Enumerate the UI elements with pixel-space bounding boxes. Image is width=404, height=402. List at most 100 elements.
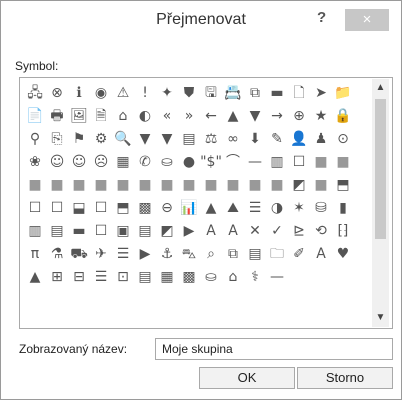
symbol-cell[interactable]: 📇 — [222, 82, 244, 105]
symbol-cell[interactable]: ▦ — [112, 151, 134, 174]
symbol-cell[interactable]: ☐ — [288, 151, 310, 174]
symbol-cell[interactable]: ▦ — [156, 266, 178, 289]
symbol-cell[interactable]: ⊗ — [46, 82, 68, 105]
symbol-cell[interactable]: ⚠ — [112, 82, 134, 105]
symbol-cell[interactable]: ✦ — [156, 82, 178, 105]
symbol-cell[interactable]: ⚕ — [244, 266, 266, 289]
symbol-cell[interactable]: ⛀ — [200, 266, 222, 289]
symbol-cell[interactable]: ❀ — [24, 151, 46, 174]
symbol-cell[interactable]: ⎘ — [46, 128, 68, 151]
symbol-cell[interactable]: ⬒ — [112, 197, 134, 220]
symbol-cell[interactable]: ☐ — [90, 220, 112, 243]
symbol-cell[interactable]: ◑ — [266, 197, 288, 220]
symbol-cell[interactable]: ■ — [68, 174, 90, 197]
symbol-cell[interactable]: ☹ — [90, 151, 112, 174]
symbol-cell[interactable]: ▣ — [112, 220, 134, 243]
symbol-cell[interactable]: ▼ — [156, 128, 178, 151]
symbol-cell[interactable]: 🗀 — [266, 243, 288, 266]
symbol-cell[interactable]: ♥ — [332, 243, 354, 266]
symbol-cell[interactable]: "$" — [200, 151, 222, 174]
symbol-cell[interactable]: ☰ — [244, 197, 266, 220]
symbol-cell[interactable]: ☰ — [112, 243, 134, 266]
ok-button[interactable]: OK — [199, 367, 295, 389]
symbol-cell[interactable]: ▲ — [24, 266, 46, 289]
symbol-cell[interactable]: ▬ — [68, 220, 90, 243]
symbol-cell[interactable]: ⛰ — [222, 197, 244, 220]
symbol-cell[interactable]: ▼ — [134, 128, 156, 151]
symbol-cell[interactable]: ⛀ — [156, 151, 178, 174]
symbol-cell[interactable]: ✓ — [266, 220, 288, 243]
symbol-cell[interactable]: ⁅⁆ — [332, 220, 354, 243]
symbol-cell[interactable]: ⛟ — [68, 243, 90, 266]
symbol-cell[interactable]: ▤ — [46, 220, 68, 243]
symbol-cell[interactable]: ■ — [310, 151, 332, 174]
symbol-cell[interactable]: ⧉ — [244, 82, 266, 105]
scroll-down-icon[interactable]: ▼ — [372, 309, 389, 327]
symbol-cell[interactable]: ⚖ — [200, 128, 222, 151]
symbol-cell[interactable]: ■ — [178, 174, 200, 197]
symbol-cell[interactable]: ■ — [24, 174, 46, 197]
symbol-cell[interactable]: ⬇ — [244, 128, 266, 151]
symbol-cell[interactable]: 🖧 — [24, 82, 46, 105]
symbol-cell[interactable]: ☐ — [90, 197, 112, 220]
symbol-cell[interactable]: ✐ — [288, 243, 310, 266]
symbol-cell[interactable]: ⟲ — [310, 220, 332, 243]
symbol-cell[interactable]: ⌂ — [112, 105, 134, 128]
close-button[interactable]: × — [345, 9, 389, 31]
symbol-cell[interactable]: ⬒ — [332, 174, 354, 197]
symbol-cell[interactable]: ⊙ — [332, 128, 354, 151]
symbol-cell[interactable]: ● — [178, 151, 200, 174]
symbol-cell[interactable]: 🗋 — [288, 82, 310, 105]
symbol-cell[interactable]: ▤ — [244, 243, 266, 266]
symbol-cell[interactable]: ▩ — [134, 197, 156, 220]
symbol-cell[interactable]: ✶ — [288, 197, 310, 220]
symbol-cell[interactable]: ☐ — [24, 197, 46, 220]
symbol-cell[interactable]: ⚙ — [90, 128, 112, 151]
symbol-cell[interactable]: ▤ — [178, 128, 200, 151]
symbol-cell[interactable]: ▩ — [178, 266, 200, 289]
symbol-cell[interactable]: ▤ — [134, 220, 156, 243]
symbol-cell[interactable]: ▥ — [24, 220, 46, 243]
symbol-scrollbar[interactable]: ▲ ▼ — [372, 79, 389, 327]
symbol-cell[interactable]: ✕ — [244, 220, 266, 243]
symbol-cell[interactable]: ■ — [46, 174, 68, 197]
symbol-cell[interactable]: 🖫 — [200, 82, 222, 105]
help-icon[interactable]: ? — [317, 9, 326, 26]
symbol-cell[interactable]: ⚗ — [46, 243, 68, 266]
symbol-cell[interactable]: « — [156, 105, 178, 128]
symbol-cell[interactable]: ■ — [156, 174, 178, 197]
symbol-cell[interactable]: π — [24, 243, 46, 266]
symbol-cell[interactable]: ⧉ — [222, 243, 244, 266]
symbol-cell[interactable]: ⛍ — [178, 243, 200, 266]
symbol-cell[interactable]: ← — [200, 105, 222, 128]
symbol-cell[interactable]: ☰ — [90, 266, 112, 289]
symbol-cell[interactable]: ★ — [310, 105, 332, 128]
symbol-cell[interactable]: ▤ — [134, 266, 156, 289]
symbol-cell[interactable]: ⊖ — [156, 197, 178, 220]
symbol-cell[interactable]: ◩ — [288, 174, 310, 197]
symbol-cell[interactable]: ⛁ — [310, 197, 332, 220]
symbol-cell[interactable]: ◉ — [90, 82, 112, 105]
scroll-up-icon[interactable]: ▲ — [372, 79, 389, 97]
symbol-cell[interactable]: ✎ — [266, 128, 288, 151]
symbol-cell[interactable]: ■ — [310, 174, 332, 197]
symbol-cell[interactable]: ⌂ — [222, 266, 244, 289]
symbol-cell[interactable]: ⊟ — [68, 266, 90, 289]
symbol-cell[interactable]: ! — [134, 82, 156, 105]
symbol-cell[interactable]: 🖶 — [46, 105, 68, 128]
symbol-cell[interactable]: ⚲ — [24, 128, 46, 151]
symbol-cell[interactable]: ℹ — [68, 82, 90, 105]
symbol-cell[interactable]: ⊕ — [288, 105, 310, 128]
symbol-cell[interactable]: ◐ — [134, 105, 156, 128]
symbol-cell[interactable]: ■ — [90, 174, 112, 197]
symbol-cell[interactable]: ∞ — [222, 128, 244, 151]
symbol-cell[interactable]: ▶ — [134, 243, 156, 266]
symbol-cell[interactable]: ■ — [112, 174, 134, 197]
symbol-cell[interactable]: 👤 — [288, 128, 310, 151]
symbol-cell[interactable]: 🔍 — [112, 128, 134, 151]
symbol-cell[interactable]: » — [178, 105, 200, 128]
symbol-cell[interactable]: ▬ — [266, 82, 288, 105]
symbol-cell[interactable]: ▼ — [244, 105, 266, 128]
symbol-cell[interactable]: ☺ — [68, 151, 90, 174]
symbol-cell[interactable]: ⚑ — [68, 128, 90, 151]
